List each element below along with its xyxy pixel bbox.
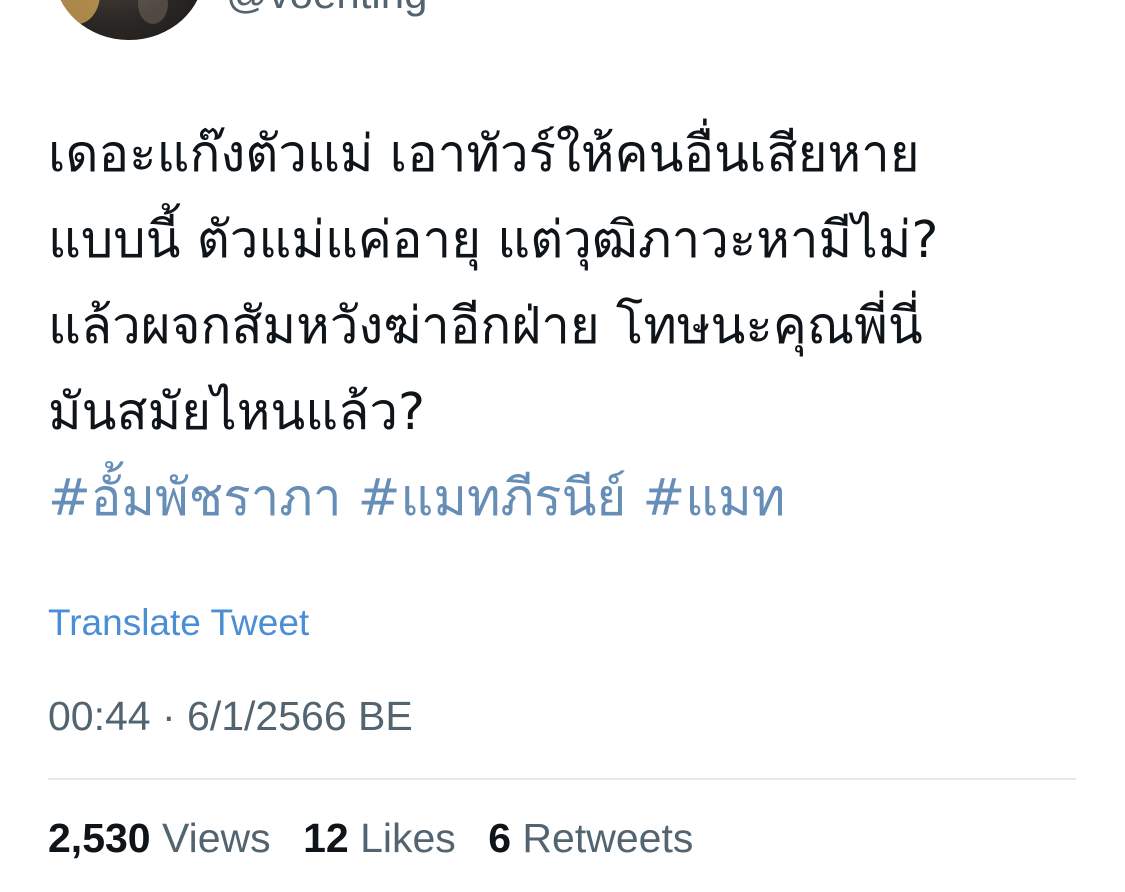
- hashtag-link[interactable]: #อั้มพัชราภา: [48, 469, 342, 528]
- hashtags-line: #อั้มพัชราภา #แมทภีรนีย์ #แมท: [48, 456, 1098, 542]
- tweet-stats: 2,530 Views 12 Likes 6 Retweets: [48, 815, 714, 862]
- tweet-text-line: แบบนี้ ตัวแม่แค่อายุ แต่วุฒิภาวะหามีไม่?: [48, 211, 939, 270]
- views-label: Views: [162, 815, 271, 861]
- tweet-timestamp[interactable]: 00:44 · 6/1/2566 BE: [48, 693, 413, 740]
- likes-count: 12: [303, 815, 349, 861]
- tweet-text: เดอะแก๊งตัวแม่ เอาทัวร์ให้คนอื่นเสียหาย …: [48, 112, 1098, 542]
- tweet-text-line: มันสมัยไหนแล้ว?: [48, 383, 426, 442]
- divider: [48, 778, 1076, 780]
- tweet-text-line: เดอะแก๊งตัวแม่ เอาทัวร์ให้คนอื่นเสียหาย: [48, 125, 920, 184]
- avatar[interactable]: [54, 0, 204, 40]
- tweet-text-line: แล้วผจกสัมหวังฆ่าอีกฝ่าย โทษนะคุณพี่นี่: [48, 297, 923, 356]
- likes-label: Likes: [360, 815, 456, 861]
- likes-stat[interactable]: 12 Likes: [303, 815, 456, 861]
- avatar-highlight: [54, 0, 100, 24]
- retweets-stat[interactable]: 6 Retweets: [488, 815, 693, 861]
- hashtag-link[interactable]: #แมท: [643, 469, 786, 528]
- retweets-count: 6: [488, 815, 512, 861]
- author-handle[interactable]: @voenting: [226, 0, 427, 18]
- retweets-label: Retweets: [522, 815, 694, 861]
- views-count: 2,530: [48, 815, 151, 861]
- hashtag-link[interactable]: #แมทภีรนีย์: [358, 469, 627, 528]
- avatar-shade: [138, 0, 168, 24]
- translate-tweet-link[interactable]: Translate Tweet: [48, 602, 309, 644]
- views-stat[interactable]: 2,530 Views: [48, 815, 271, 861]
